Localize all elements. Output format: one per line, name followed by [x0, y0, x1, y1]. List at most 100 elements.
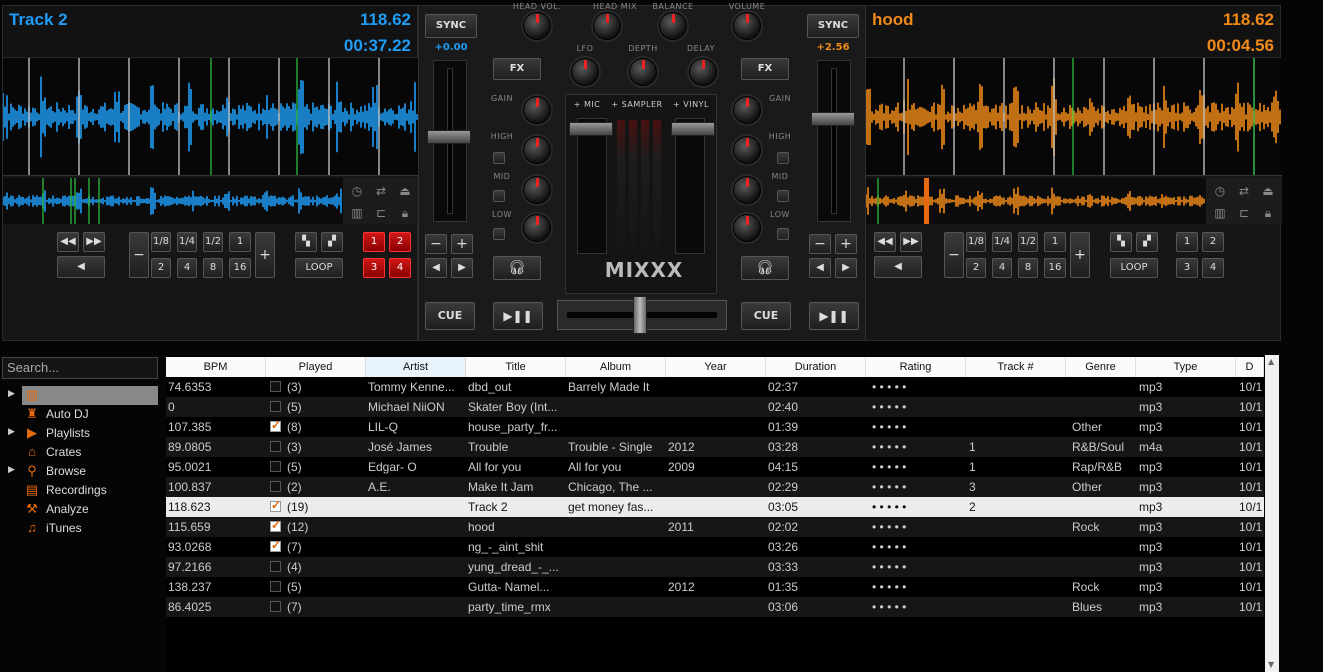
head-mix-knob[interactable]	[593, 12, 621, 40]
played-checkbox[interactable]	[270, 601, 281, 612]
crossfader-handle[interactable]	[633, 296, 647, 334]
quantize-icon[interactable]: ▥	[1210, 204, 1230, 222]
clock-icon[interactable]: ◷	[347, 182, 367, 200]
hotcue-button[interactable]: 4	[1202, 258, 1224, 278]
hotcue-button[interactable]: 4	[389, 258, 411, 278]
hotcue-button[interactable]: 2	[1202, 232, 1224, 252]
loop-button[interactable]: LOOP	[295, 258, 343, 278]
keylock-icon[interactable]: ⊏	[1234, 204, 1254, 222]
deck-1-headphone-button[interactable]: 🎧︎	[493, 256, 541, 280]
reverse-button[interactable]: ◀	[57, 256, 105, 278]
loop-in-button[interactable]: ▚	[1110, 232, 1132, 252]
deck-2-cue-button[interactable]: CUE	[741, 302, 791, 330]
sidebar-item-playlists[interactable]: ▶ Playlists	[22, 424, 158, 443]
deck-1-gain-knob[interactable]	[523, 96, 551, 124]
beatloop-button[interactable]: 16	[229, 258, 251, 278]
loop-in-button[interactable]: ▚	[295, 232, 317, 252]
column-header-played[interactable]: Played	[266, 357, 366, 377]
deck-2-sync-button[interactable]: SYNC	[807, 14, 859, 38]
played-checkbox[interactable]	[270, 561, 281, 572]
delay-knob[interactable]	[689, 58, 717, 86]
beatloop-button[interactable]: 1/2	[203, 232, 223, 252]
column-header-date[interactable]: D	[1236, 357, 1264, 377]
table-scrollbar[interactable]: ▲ ▼	[1265, 355, 1279, 672]
deck-1-sync-button[interactable]: SYNC	[425, 14, 477, 38]
beatloop-button[interactable]: 4	[177, 258, 197, 278]
vinyl-toggle[interactable]: + VINYL	[671, 100, 711, 109]
beatloop-button[interactable]: 1/4	[992, 232, 1012, 252]
played-checkbox[interactable]	[270, 441, 281, 452]
expand-arrow-icon[interactable]: ▶	[8, 389, 15, 399]
beatloop-button[interactable]: 16	[1044, 258, 1066, 278]
column-header-album[interactable]: Album	[566, 357, 666, 377]
table-row[interactable]: 95.0021 (5) Edgar- O All for you All for you…	[166, 457, 1264, 477]
sidebar-item-analyze[interactable]: ⚒ Analyze	[22, 500, 158, 519]
deck-2-volume-slider[interactable]	[675, 118, 705, 254]
table-row[interactable]: 89.0805 (3) José James Trouble Trouble - Sin…	[166, 437, 1264, 457]
table-row[interactable]: 100.837 (2) A.E. Make It Jam Chicago, The ..…	[166, 477, 1264, 497]
hotcue-button[interactable]: 3	[363, 258, 385, 278]
deck-1-rate-up-button[interactable]: +	[451, 234, 473, 254]
hotcue-button[interactable]: 2	[389, 232, 411, 252]
table-row[interactable]: 118.623 (19) Track 2 get money fas... 03:05 •…	[166, 497, 1264, 517]
table-row[interactable]: 115.659 (12) hood 2011 02:02 • • • • • Rock mp3…	[166, 517, 1264, 537]
expand-arrow-icon[interactable]: ▶	[8, 465, 15, 475]
deck-1-volume-slider[interactable]	[577, 118, 607, 254]
column-header-year[interactable]: Year	[666, 357, 766, 377]
loop-double-button[interactable]: +	[1070, 232, 1090, 278]
deck-2-mid-kill[interactable]	[777, 190, 789, 202]
played-checkbox[interactable]	[270, 381, 281, 392]
beatloop-button[interactable]: 1/4	[177, 232, 197, 252]
deck-2-waveform[interactable]	[866, 58, 1282, 176]
beatloop-button[interactable]: 1/8	[966, 232, 986, 252]
beatloop-button[interactable]: 1	[1044, 232, 1066, 252]
hotcue-button[interactable]: 3	[1176, 258, 1198, 278]
played-checkbox[interactable]	[270, 498, 281, 512]
expand-arrow-icon[interactable]: ▶	[8, 427, 15, 437]
hotcue-button[interactable]: 1	[363, 232, 385, 252]
repeat-icon[interactable]: ⇄	[371, 182, 391, 200]
deck-1-rate-down-button[interactable]: −	[425, 234, 447, 254]
deck-2-rate-handle[interactable]	[811, 112, 855, 126]
table-row[interactable]: 97.2166 (4) yung_dread_-_... 03:33 • • • • •…	[166, 557, 1264, 577]
column-header-rating[interactable]: Rating	[866, 357, 966, 377]
played-checkbox[interactable]	[270, 538, 281, 552]
eject-icon[interactable]: ⏏	[395, 182, 415, 200]
beatloop-button[interactable]: 1/8	[151, 232, 171, 252]
deck-2-volume-handle[interactable]	[671, 122, 715, 136]
rewind-button[interactable]: ◀◀	[57, 232, 79, 252]
rewind-button[interactable]: ◀◀	[874, 232, 896, 252]
played-checkbox[interactable]	[270, 418, 281, 432]
deck-2-high-knob[interactable]	[733, 136, 761, 164]
loop-halve-button[interactable]: −	[129, 232, 149, 278]
played-checkbox[interactable]	[270, 481, 281, 492]
deck-2-headphone-button[interactable]: 🎧︎	[741, 256, 789, 280]
repeat-icon[interactable]: ⇄	[1234, 182, 1254, 200]
mic-toggle[interactable]: + MIC	[569, 100, 605, 109]
column-header-bpm[interactable]: BPM	[166, 357, 266, 377]
deck-2-low-knob[interactable]	[733, 214, 761, 242]
beatloop-button[interactable]: 8	[203, 258, 223, 278]
deck-2-rate-up-button[interactable]: +	[835, 234, 857, 254]
played-checkbox[interactable]	[270, 401, 281, 412]
column-header-type[interactable]: Type	[1136, 357, 1236, 377]
deck-1-nudge-forward-button[interactable]: ▶	[451, 258, 473, 278]
deck-1-mid-kill[interactable]	[493, 190, 505, 202]
deck-2-low-kill[interactable]	[777, 228, 789, 240]
reverse-button[interactable]: ◀	[874, 256, 922, 278]
played-checkbox[interactable]	[270, 581, 281, 592]
table-row[interactable]: 107.385 (8) LIL-Q house_party_fr... 01:39 • •…	[166, 417, 1264, 437]
fast-forward-button[interactable]: ▶▶	[83, 232, 105, 252]
beatloop-button[interactable]: 4	[992, 258, 1012, 278]
deck-1-low-kill[interactable]	[493, 228, 505, 240]
deck-1-cue-button[interactable]: CUE	[425, 302, 475, 330]
column-header-artist[interactable]: Artist	[366, 357, 466, 377]
deck-1-high-knob[interactable]	[523, 136, 551, 164]
deck-1-low-knob[interactable]	[523, 214, 551, 242]
deck-2-nudge-forward-button[interactable]: ▶	[835, 258, 857, 278]
deck-1-fx-button[interactable]: FX	[493, 58, 541, 80]
column-header-title[interactable]: Title	[466, 357, 566, 377]
loop-button[interactable]: LOOP	[1110, 258, 1158, 278]
loop-out-button[interactable]: ▞	[1136, 232, 1158, 252]
played-checkbox[interactable]	[270, 518, 281, 532]
